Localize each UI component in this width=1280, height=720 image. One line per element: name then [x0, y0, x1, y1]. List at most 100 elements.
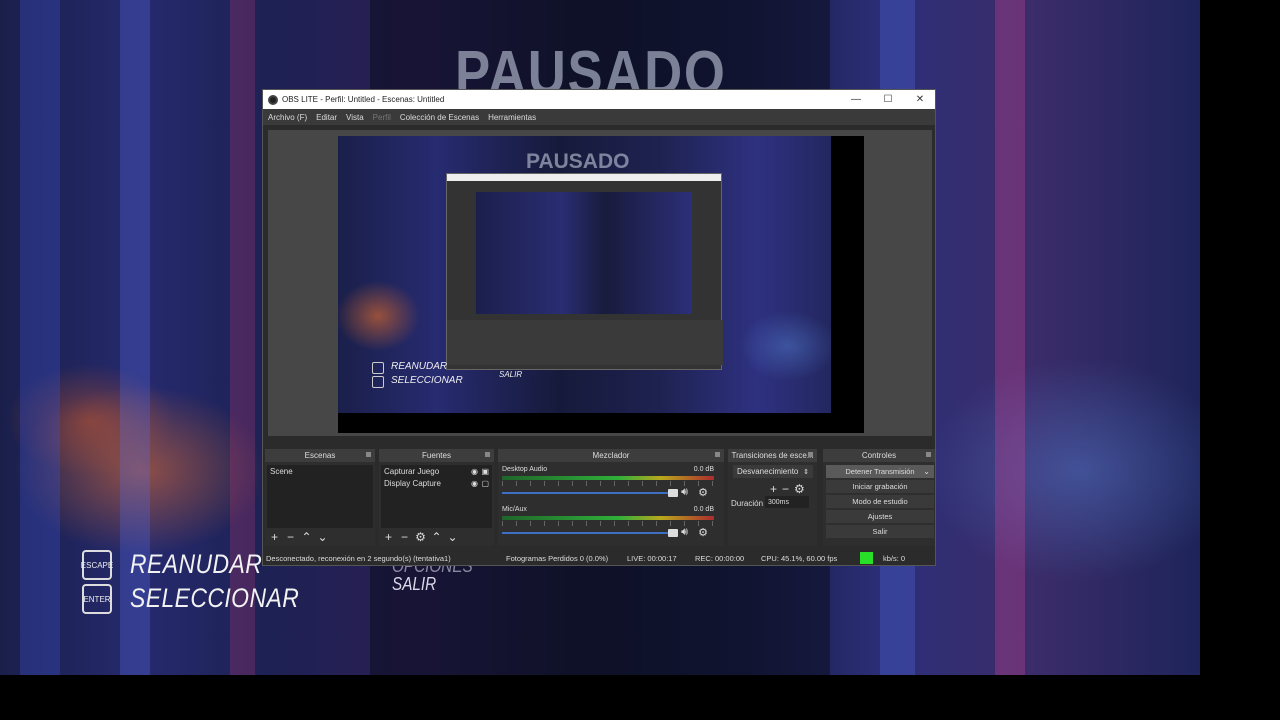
- bg-light-stripe: [995, 0, 1025, 675]
- scenes-dock: Escenas Scene + − ⌃ ⌄: [265, 449, 375, 546]
- move-down-icon[interactable]: ⌄: [317, 531, 328, 543]
- remove-transition-button[interactable]: −: [782, 482, 789, 496]
- mixer-channel-desktop: Desktop Audio 0.0 dB 🔊︎ ⚙: [502, 466, 714, 499]
- bitrate: kb/s: 0: [883, 554, 906, 563]
- duration-label: Duración: [731, 499, 764, 508]
- menu-view[interactable]: Vista: [346, 113, 364, 122]
- preview-resume-option: REANUDAR: [391, 361, 448, 372]
- volume-meter: [502, 516, 714, 520]
- stop-streaming-button[interactable]: Detener Transmisión ⌄: [826, 465, 934, 478]
- menu-scene-collection[interactable]: Colección de Escenas: [400, 113, 479, 122]
- controls-dock: Controles Detener Transmisión ⌄ Iniciar …: [823, 449, 935, 546]
- controls-title: Controles: [861, 451, 897, 460]
- channel-name: Desktop Audio: [502, 466, 548, 473]
- slider-track: [502, 532, 678, 534]
- minimize-button[interactable]: —: [841, 90, 871, 109]
- scenes-header: Escenas: [265, 449, 375, 462]
- add-transition-button[interactable]: +: [770, 482, 777, 496]
- bg-light-stripe: [20, 0, 60, 675]
- preview-escape-key-icon: [372, 362, 384, 374]
- source-item[interactable]: Capturar Juego ◉ ▣: [381, 465, 492, 477]
- scene-item[interactable]: Scene: [267, 465, 373, 477]
- resume-option[interactable]: REANUDAR: [130, 549, 262, 580]
- dock-float-icon[interactable]: [715, 452, 720, 457]
- remove-scene-button[interactable]: −: [285, 531, 296, 543]
- visibility-eye-icon[interactable]: ◉: [471, 467, 478, 476]
- gear-icon[interactable]: ⚙: [698, 526, 708, 539]
- speaker-icon[interactable]: 🔊︎: [681, 526, 688, 539]
- move-down-icon[interactable]: ⌄: [447, 531, 458, 543]
- maximize-button[interactable]: ☐: [873, 90, 903, 109]
- transitions-title: Transiciones de esce...: [731, 451, 814, 460]
- escape-key-icon: ESCAPE: [81, 550, 113, 580]
- channel-db: 0.0 dB: [693, 466, 714, 473]
- slider-handle[interactable]: [668, 529, 678, 537]
- sources-list[interactable]: Capturar Juego ◉ ▣ Display Capture ◉ ▢: [381, 465, 492, 528]
- slider-handle[interactable]: [668, 489, 678, 497]
- menu-tools[interactable]: Herramientas: [488, 113, 536, 122]
- lock-icon[interactable]: ▣: [481, 467, 489, 476]
- dock-float-icon[interactable]: [485, 452, 490, 457]
- controls-header: Controles: [823, 449, 935, 462]
- menu-profile: Perfil: [372, 112, 391, 122]
- mixer-title: Mezclador: [592, 451, 630, 460]
- add-scene-button[interactable]: +: [269, 531, 280, 543]
- preview-canvas[interactable]: PAUSADO REANUDAR SELECCIONAR SALIR: [338, 136, 864, 433]
- channel-db: 0.0 dB: [693, 506, 714, 513]
- status-bar: Desconectado, reconexión en 2 segundo(s)…: [263, 550, 935, 565]
- slider-track: [502, 492, 678, 494]
- dock-float-icon[interactable]: [366, 452, 371, 457]
- cpu-usage: CPU: 45.1%, 60.00 fps: [761, 554, 838, 563]
- duration-input[interactable]: 300ms: [765, 496, 809, 508]
- transition-select[interactable]: Desvanecimiento ⇕: [733, 465, 813, 478]
- volume-slider[interactable]: [502, 529, 678, 537]
- preview-enter-key-icon: [372, 376, 384, 388]
- transition-settings-gear-icon[interactable]: ⚙: [794, 482, 805, 496]
- gear-icon[interactable]: ⚙: [698, 486, 708, 499]
- spinner-icon: ⇕: [803, 468, 809, 476]
- scenes-toolbar: + − ⌃ ⌄: [269, 530, 328, 544]
- sources-header: Fuentes: [379, 449, 494, 462]
- select-option[interactable]: SELECCIONAR: [130, 583, 299, 614]
- enter-key-icon: ENTER: [82, 584, 112, 614]
- nested-obs-window: [446, 173, 723, 370]
- chevron-down-icon[interactable]: ⌄: [923, 467, 930, 476]
- menu-edit[interactable]: Editar: [316, 113, 337, 122]
- exit-option[interactable]: SALIR: [392, 574, 436, 595]
- studio-mode-button[interactable]: Modo de estudio: [826, 495, 934, 508]
- visibility-eye-icon[interactable]: ◉: [471, 479, 478, 488]
- source-item[interactable]: Display Capture ◉ ▢: [381, 477, 492, 489]
- sources-dock: Fuentes Capturar Juego ◉ ▣ Display Captu…: [379, 449, 494, 546]
- remove-source-button[interactable]: −: [399, 531, 410, 543]
- exit-button[interactable]: Salir: [826, 525, 934, 538]
- source-settings-gear-icon[interactable]: ⚙: [415, 531, 426, 543]
- transition-selected: Desvanecimiento: [737, 467, 799, 476]
- move-up-icon[interactable]: ⌃: [301, 531, 312, 543]
- speaker-icon[interactable]: 🔊︎: [681, 486, 688, 499]
- transitions-header: Transiciones de esce...: [728, 449, 817, 462]
- nested-docks: [447, 320, 723, 365]
- lock-icon[interactable]: ▢: [481, 479, 489, 488]
- add-source-button[interactable]: +: [383, 531, 394, 543]
- button-label: Detener Transmisión: [845, 467, 915, 476]
- mixer-header: Mezclador: [498, 449, 724, 462]
- transitions-dock: Transiciones de esce... Desvanecimiento …: [728, 449, 817, 546]
- volume-slider[interactable]: [502, 489, 678, 497]
- preview-pause-title: PAUSADO: [526, 150, 630, 173]
- preview-area: PAUSADO REANUDAR SELECCIONAR SALIR: [268, 130, 932, 436]
- preview-select-option: SELECCIONAR: [391, 375, 463, 386]
- menu-bar: Archivo (F) Editar Vista Perfil Colecció…: [263, 109, 935, 125]
- preview-game-scene: PAUSADO REANUDAR SELECCIONAR SALIR: [338, 136, 831, 413]
- menu-file[interactable]: Archivo (F): [268, 113, 307, 122]
- sources-toolbar: + − ⚙ ⌃ ⌄: [383, 530, 458, 544]
- dock-float-icon[interactable]: [926, 452, 931, 457]
- move-up-icon[interactable]: ⌃: [431, 531, 442, 543]
- mixer-dock: Mezclador Desktop Audio 0.0 dB 🔊︎ ⚙ Mic/…: [498, 449, 724, 546]
- mixer-channel-mic: Mic/Aux 0.0 dB 🔊︎ ⚙: [502, 506, 714, 539]
- close-button[interactable]: ✕: [905, 90, 935, 109]
- nested-title-bar: [447, 174, 721, 181]
- start-recording-button[interactable]: Iniciar grabación: [826, 480, 934, 493]
- dock-float-icon[interactable]: [808, 452, 813, 457]
- settings-button[interactable]: Ajustes: [826, 510, 934, 523]
- scenes-list[interactable]: Scene: [267, 465, 373, 528]
